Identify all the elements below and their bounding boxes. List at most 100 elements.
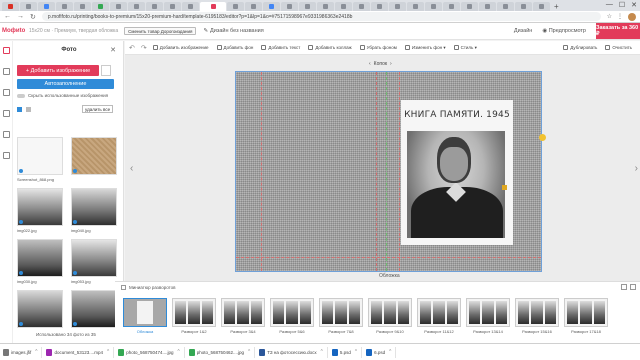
app-logo[interactable]: Мофиto	[0, 28, 26, 34]
frames-tool-icon[interactable]	[2, 152, 10, 159]
photos-tool-icon[interactable]	[2, 47, 10, 54]
toolbar-item[interactable]: Изменить фон ▾	[404, 45, 446, 51]
cover-page[interactable]: КНИГА ПАМЯТИ. 1945	[235, 71, 546, 272]
autofill-button[interactable]: Автозаполнение	[17, 79, 114, 89]
toolbar-item[interactable]: Добавить коллаж	[308, 45, 352, 50]
next-spread-arrow[interactable]: ›	[635, 163, 638, 174]
spread-preview[interactable]	[123, 298, 167, 327]
close-window-button[interactable]: ✕	[631, 1, 637, 9]
maximize-button[interactable]: ☐	[619, 1, 625, 9]
layouts-tool-icon[interactable]	[2, 110, 10, 117]
browser-tab[interactable]	[245, 2, 262, 11]
download-menu-icon[interactable]: ⌃	[106, 349, 110, 355]
browser-tab[interactable]	[281, 2, 298, 11]
spread-preview[interactable]	[172, 298, 216, 327]
spread-thumbnail[interactable]: Разворот 1&2	[172, 298, 216, 334]
download-item[interactable]: 6.psd ⌃	[366, 346, 397, 358]
toolbar-item[interactable]: Стиль ▾	[453, 45, 477, 51]
profile-avatar[interactable]	[628, 12, 636, 21]
prev-spread-arrow[interactable]: ‹	[130, 163, 133, 174]
browser-tab[interactable]	[110, 2, 127, 11]
browser-tab[interactable]	[479, 2, 496, 11]
new-tab-button[interactable]: +	[554, 2, 559, 11]
photo-item[interactable]: img030.jpg	[17, 239, 63, 284]
download-menu-icon[interactable]: ⌃	[388, 349, 392, 355]
browser-tab[interactable]	[2, 2, 19, 11]
add-image-button[interactable]: + Добавить изображение	[17, 65, 99, 76]
download-menu-icon[interactable]: ⌃	[320, 349, 324, 355]
memory-title[interactable]: КНИГА ПАМЯТИ. 1945	[401, 110, 513, 120]
spread-thumbnail[interactable]: Разворот 7&8	[319, 298, 363, 334]
browser-tab[interactable]	[227, 2, 244, 11]
minimize-button[interactable]: —	[606, 1, 613, 9]
spread-thumbnail[interactable]: Разворот 11&12	[417, 298, 461, 334]
order-button[interactable]: Заказать за 360 ₽	[596, 23, 640, 39]
download-item[interactable]: images.jfif ⌃	[3, 346, 43, 358]
photo-thumbnail[interactable]	[17, 188, 63, 226]
photo-thumbnail[interactable]	[71, 290, 117, 328]
download-item[interactable]: photo_568750474....jpg ⌃	[118, 346, 185, 358]
download-item[interactable]: document_53123....mp4 ⌃	[46, 346, 115, 358]
spread-thumbnail[interactable]: Разворот 9&10	[368, 298, 412, 334]
browser-tab[interactable]	[146, 2, 163, 11]
browser-tab[interactable]	[20, 2, 37, 11]
toggle-switch[interactable]	[17, 93, 25, 98]
photo-item[interactable]: img040.jpg	[71, 188, 117, 233]
delete-all-button[interactable]: удалить все	[82, 105, 114, 113]
clear-button[interactable]: Очистить	[605, 45, 632, 50]
download-item[interactable]: photo_568750462....jpg ⌃	[188, 346, 256, 358]
hide-used-toggle[interactable]: Скрыть использованные изображения	[17, 93, 108, 98]
browser-tab[interactable]	[371, 2, 388, 11]
browser-tab[interactable]	[56, 2, 73, 11]
photo-item[interactable]	[71, 137, 117, 182]
browser-tab[interactable]	[74, 2, 91, 11]
browser-tab[interactable]	[182, 2, 199, 11]
change-product-button[interactable]: Сменить товар Дорогоиздания	[124, 27, 197, 35]
download-menu-icon[interactable]: ⌃	[177, 349, 181, 355]
browser-tab[interactable]	[335, 2, 352, 11]
browser-tab[interactable]	[515, 2, 532, 11]
selection-handle[interactable]	[539, 134, 546, 141]
photo-thumbnail[interactable]	[71, 137, 117, 175]
spread-next-button[interactable]: ›	[390, 61, 392, 67]
photo-thumbnail[interactable]	[71, 239, 117, 277]
spread-prev-button[interactable]: ‹	[369, 61, 371, 67]
add-image-options-button[interactable]	[101, 65, 111, 76]
download-item[interactable]: 5.psd ⌃	[331, 346, 363, 358]
spread-preview[interactable]	[270, 298, 314, 327]
browser-tab[interactable]	[38, 2, 55, 11]
photo-item[interactable]: img053.jpg	[71, 239, 117, 284]
toolbar-item[interactable]: Убрать фоном	[359, 45, 397, 50]
browser-tab-active[interactable]	[200, 2, 226, 11]
stickers-tool-icon[interactable]	[2, 131, 10, 138]
photo-thumbnail[interactable]	[71, 188, 117, 226]
spread-thumbnail[interactable]: Разворот 5&6	[270, 298, 314, 334]
photo-item[interactable]	[17, 290, 63, 330]
url-field[interactable]: p.mofifoto.ru/printing/books-to-premium/…	[41, 12, 601, 21]
spread-preview[interactable]	[515, 298, 559, 327]
download-menu-icon[interactable]: ⌃	[354, 349, 358, 355]
photo-thumbnail[interactable]	[17, 239, 63, 277]
spread-thumbnail[interactable]: Разворот 15&16	[515, 298, 559, 334]
browser-tab[interactable]	[263, 2, 280, 11]
resize-handle[interactable]	[502, 185, 507, 190]
back-icon[interactable]: ←	[4, 13, 11, 20]
extensions-icon[interactable]: ⋮	[617, 13, 623, 21]
photo-item[interactable]: img022.jpg	[17, 188, 63, 233]
preview-button[interactable]: ◉ Предпросмотр	[542, 28, 586, 34]
redo-icon[interactable]: ↷	[141, 44, 147, 52]
download-menu-icon[interactable]: ⌃	[247, 349, 251, 355]
browser-tab[interactable]	[533, 2, 550, 11]
toolbar-item[interactable]: Добавить фон	[216, 45, 253, 50]
browser-tab[interactable]	[353, 2, 370, 11]
spread-preview[interactable]	[564, 298, 608, 327]
browser-tab[interactable]	[389, 2, 406, 11]
list-view-icon[interactable]	[26, 107, 31, 112]
spread-thumbnail[interactable]: Разворот 3&4	[221, 298, 265, 334]
photo-thumbnail[interactable]	[17, 137, 63, 175]
text-tool-icon[interactable]	[2, 89, 10, 96]
browser-tab[interactable]	[497, 2, 514, 11]
download-item[interactable]: ТЗ на фотосессию.docx ⌃	[259, 346, 328, 358]
project-title[interactable]: ✎ Дизайн без названия	[203, 28, 263, 34]
browser-tab[interactable]	[299, 2, 316, 11]
